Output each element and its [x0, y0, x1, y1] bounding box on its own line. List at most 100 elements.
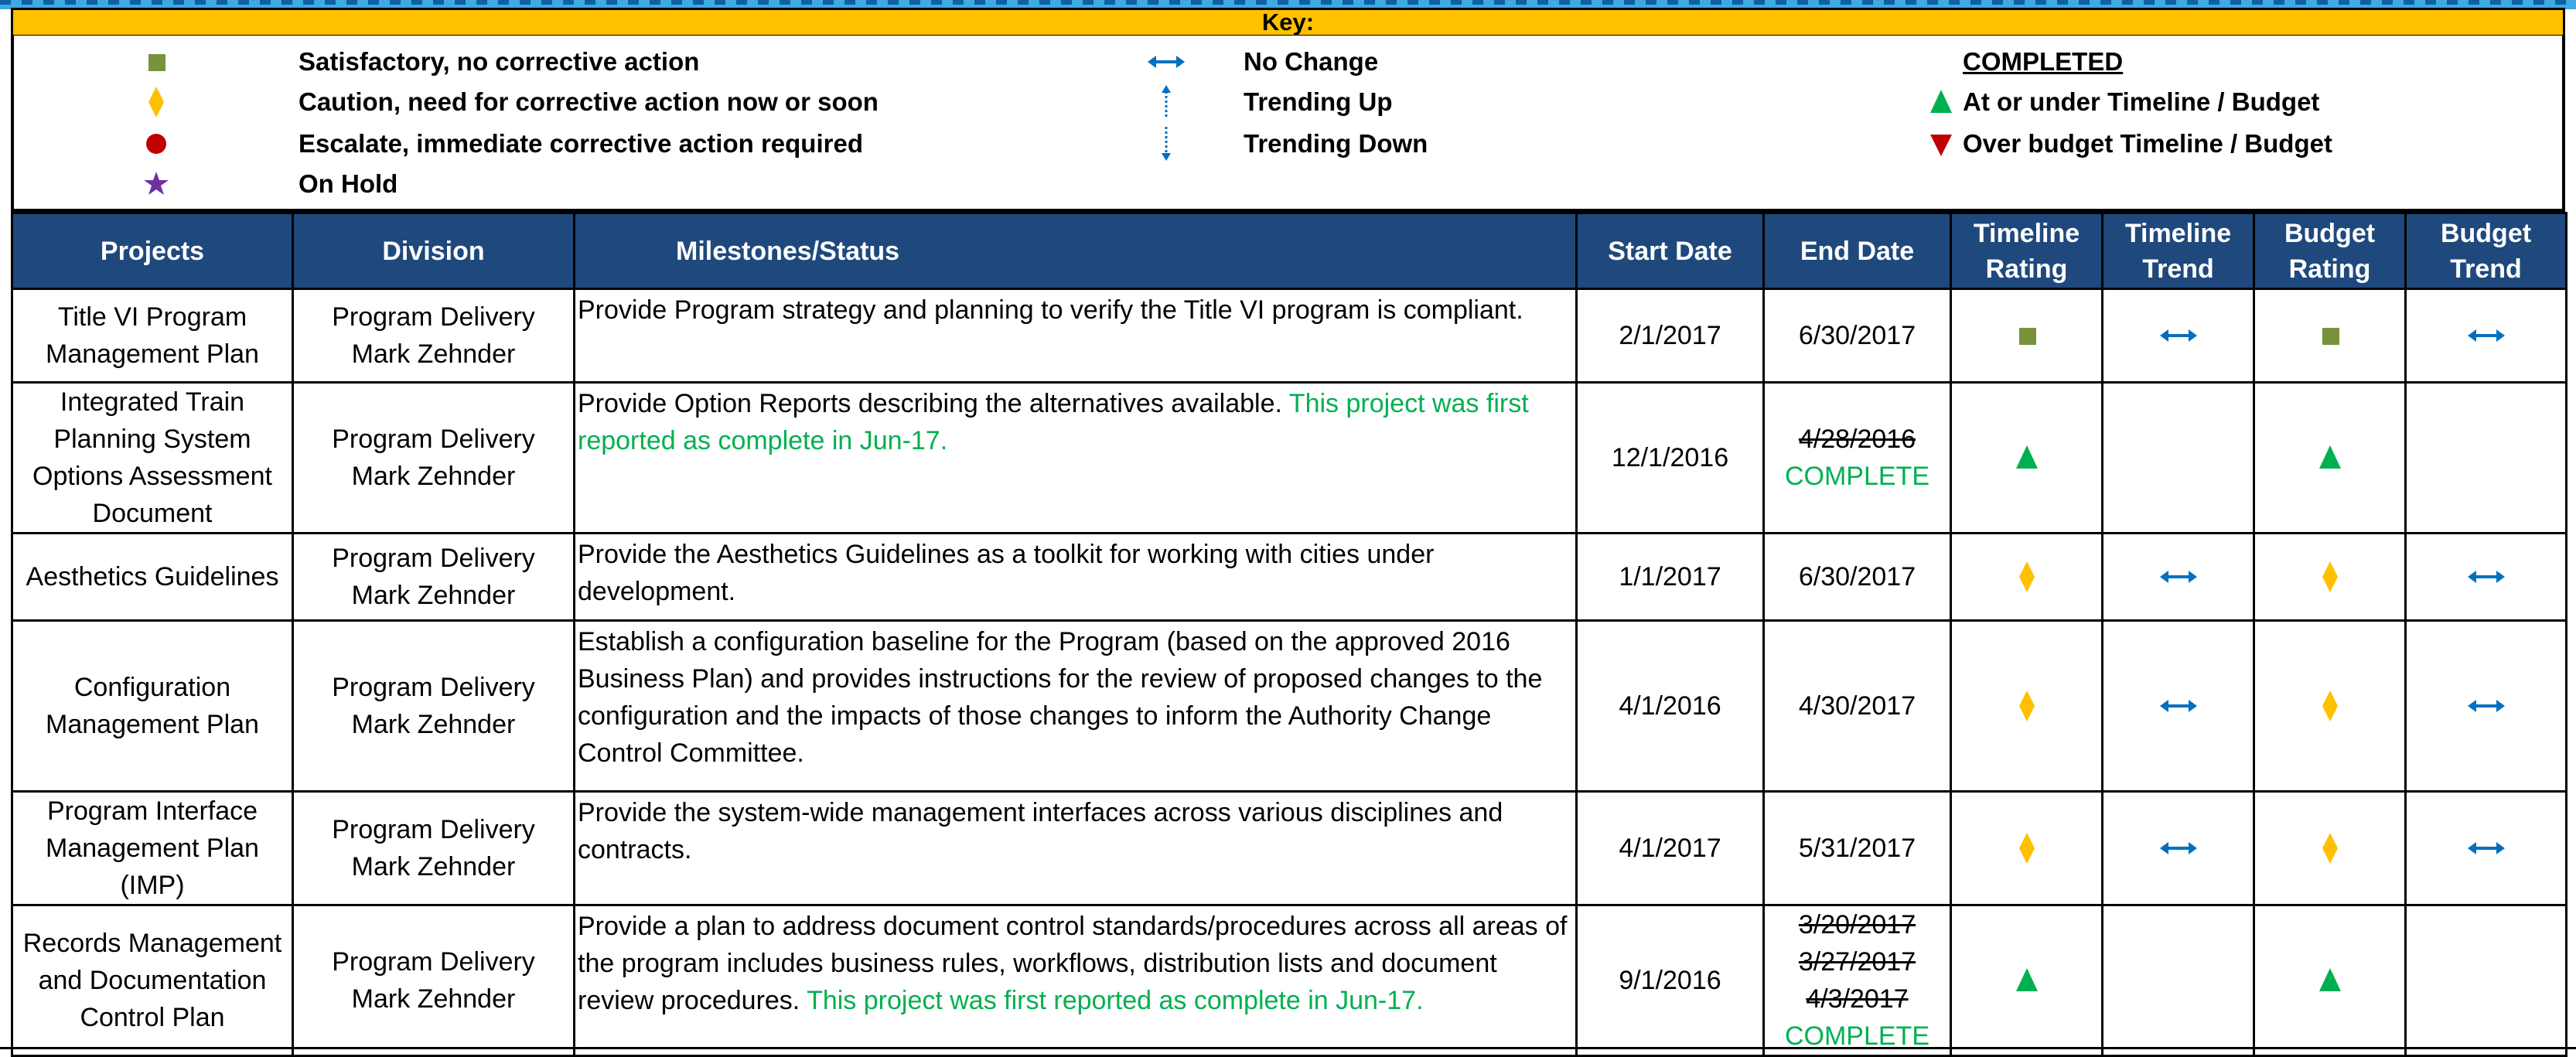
green-triangle-up-icon [2318, 968, 2341, 991]
band-dash [2187, 0, 2198, 5]
key-legend: Satisfactory, no corrective action Cautio… [11, 36, 2565, 212]
band-dash [2230, 0, 2241, 5]
key-label: Trending Up [1244, 87, 1393, 116]
green-triangle-up-icon [1930, 90, 1952, 113]
milestone-text: Provide the system-wide management inter… [578, 798, 1503, 864]
band-dash [1169, 0, 1180, 5]
trending-down-arrow-icon [1162, 127, 1171, 161]
end-date: 4/30/2017 [1798, 691, 1916, 721]
band-dash [325, 0, 336, 5]
band-dash [1884, 0, 1895, 5]
key-label: Trending Down [1244, 129, 1428, 158]
yellow-diamond-icon [148, 87, 164, 118]
band-dash [390, 0, 401, 5]
budget-rating-cell [2253, 619, 2407, 793]
band-dash [1039, 0, 1050, 5]
key-label: No Change [1244, 47, 1379, 76]
header-line: Rating [2288, 254, 2371, 284]
timeline-trend-cell [2101, 790, 2255, 906]
status-icon [2407, 687, 2565, 725]
band-dash [1754, 0, 1765, 5]
double-arrow-icon [1148, 56, 1185, 68]
band-dash [1472, 0, 1483, 5]
band-dash [1407, 0, 1418, 5]
key-symbol [133, 124, 179, 164]
header-start-date: Start Date [1575, 212, 1765, 290]
status-icon [2407, 830, 2565, 867]
key-symbol [133, 164, 179, 204]
table-row: Aesthetics Guidelines Program Delivery Mar… [11, 532, 2567, 622]
division-line: Mark Zehnder [351, 984, 516, 1014]
status-icon [2103, 558, 2253, 595]
band-dash [195, 0, 206, 5]
double-arrow-icon [2467, 842, 2505, 854]
band-dash [22, 0, 32, 5]
division-line: Mark Zehnder [351, 581, 516, 610]
milestone-cell: Provide the Aesthetics Guidelines as a t… [573, 532, 1578, 622]
status-icon [2103, 830, 2253, 867]
band-dash [1429, 0, 1440, 5]
yellow-diamond-icon [2322, 833, 2338, 864]
project-name-line: Configuration [73, 673, 231, 702]
status-icon [1952, 830, 2101, 867]
division-line: Program Delivery [332, 815, 535, 844]
band-dash [1299, 0, 1310, 5]
band-dash [1581, 0, 1592, 5]
milestone-cell: Provide the system-wide management inter… [573, 790, 1578, 906]
band-dash [2295, 0, 2306, 5]
band-dash [2360, 0, 2371, 5]
budget-rating-cell [2253, 381, 2407, 534]
band-dash [108, 0, 119, 5]
end-date-struck: 3/27/2017 [1798, 947, 1916, 977]
band-dash [1213, 0, 1223, 5]
band-dash [2425, 0, 2436, 5]
band-dash [2165, 0, 2176, 5]
budget-rating-cell [2253, 532, 2407, 622]
band-dash [476, 0, 487, 5]
band-dash [152, 0, 162, 5]
timeline-rating-cell [1950, 904, 2103, 1057]
band-dash [1537, 0, 1548, 5]
band-dash [303, 0, 314, 5]
start-date-cell: 4/1/2017 [1575, 790, 1765, 906]
band-dash [1126, 0, 1137, 5]
red-circle-icon [146, 134, 166, 154]
end-date-cell: 6/30/2017 [1762, 532, 1952, 622]
division-line: Mark Zehnder [351, 710, 516, 739]
red-triangle-down-icon [1930, 135, 1952, 156]
band-dash [801, 0, 812, 5]
key-label: Satisfactory, no corrective action [299, 47, 700, 76]
key-symbol [1918, 124, 1964, 164]
table-header-row: Projects Division Milestones/Status Star… [11, 212, 2567, 290]
band-dash [281, 0, 292, 5]
milestone-text: Provide Program strategy and planning to… [578, 295, 1523, 325]
status-icon [2407, 558, 2565, 595]
header-timeline-trend: Timeline Trend [2101, 212, 2255, 290]
timeline-rating-cell [1950, 532, 2103, 622]
project-name-line: Planning System [53, 425, 251, 454]
status-icon [1952, 558, 2101, 595]
band-dash [1104, 0, 1115, 5]
end-date-struck: 4/28/2016 [1798, 425, 1916, 454]
status-icon [2255, 439, 2404, 476]
key-symbol [1143, 82, 1189, 122]
key-symbol [1143, 124, 1189, 164]
status-icon [2255, 687, 2404, 725]
band-dash [2404, 0, 2414, 5]
division-line: Mark Zehnder [351, 462, 516, 491]
band-dash [2469, 0, 2479, 5]
band-dash [2533, 0, 2544, 5]
milestone-text: Provide Option Reports describing the al… [578, 389, 1282, 418]
milestone-completion-note: This project was first reported as compl… [807, 986, 1424, 1015]
header-division: Division [292, 212, 575, 290]
milestone-cell: Provide Option Reports describing the al… [573, 381, 1578, 534]
green-triangle-up-icon [2318, 445, 2341, 469]
header-line: Trend [2450, 254, 2522, 284]
band-dash [455, 0, 466, 5]
status-icon [2103, 317, 2253, 354]
status-icon [2255, 558, 2404, 595]
timeline-rating-cell [1950, 288, 2103, 384]
band-dash [2144, 0, 2155, 5]
band-dash [1516, 0, 1527, 5]
header-end-date: End Date [1762, 212, 1952, 290]
